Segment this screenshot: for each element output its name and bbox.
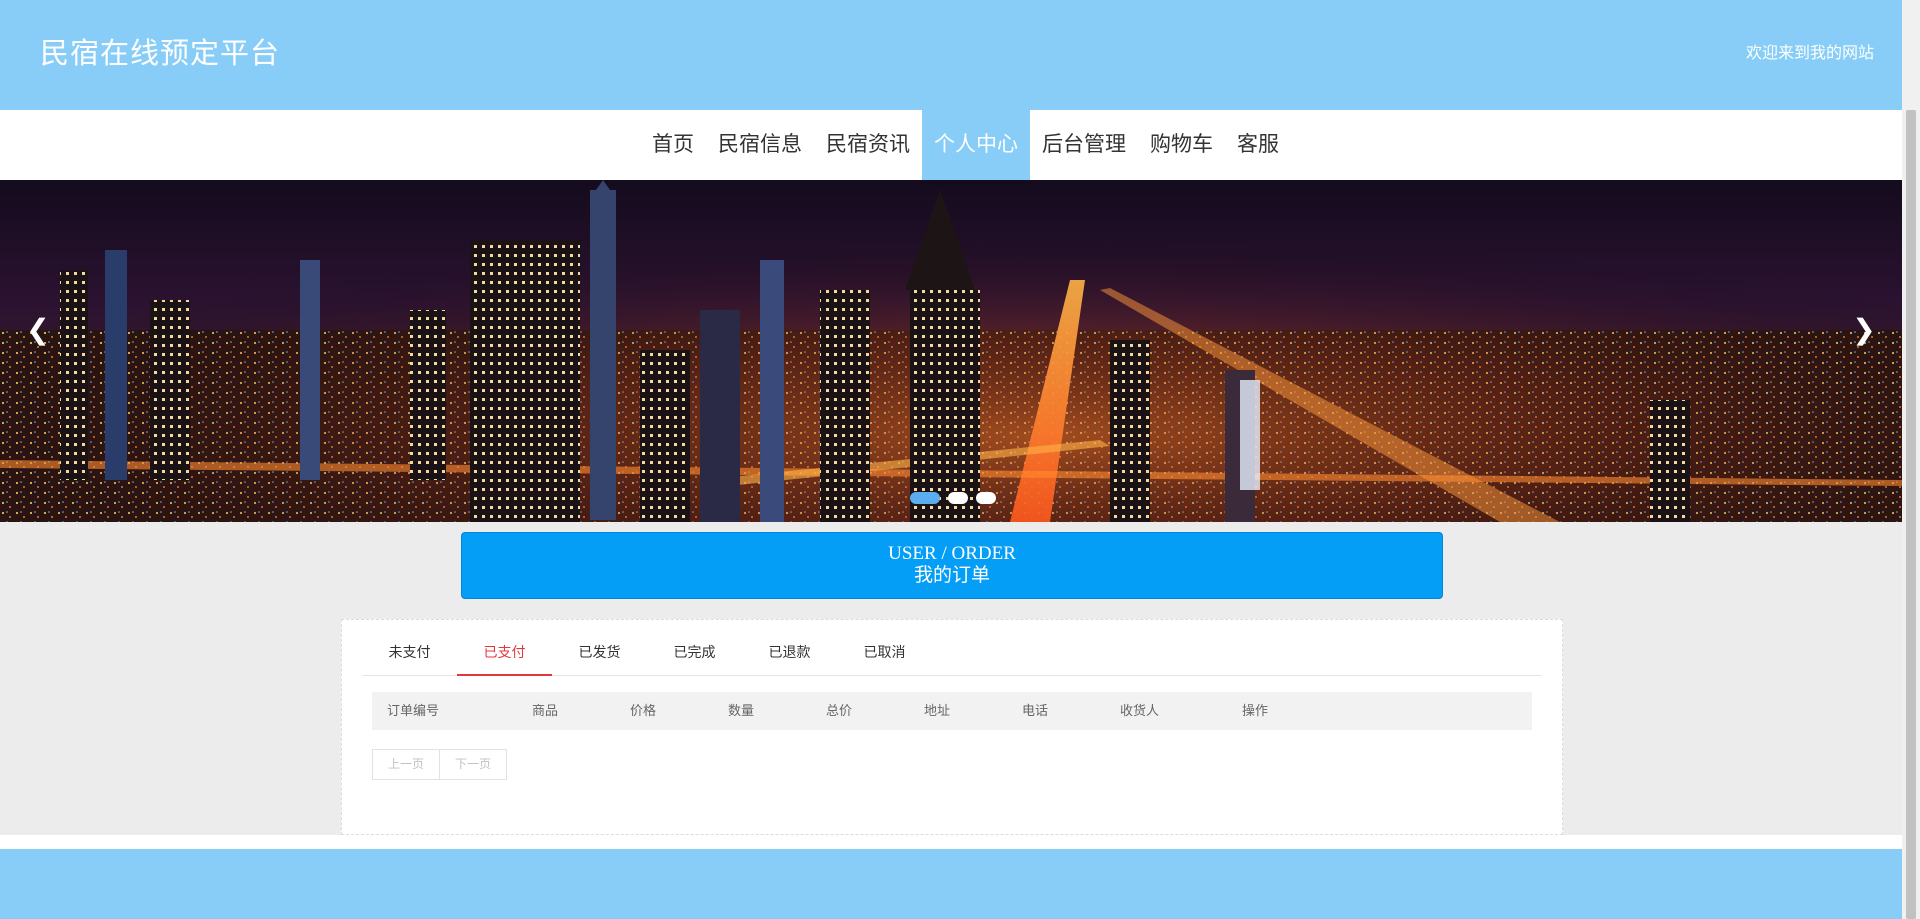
tab-completed[interactable]: 已完成 <box>647 632 742 676</box>
welcome-text: 欢迎来到我的网站 <box>1745 45 1874 62</box>
vertical-scrollbar[interactable] <box>1902 0 1920 919</box>
nav-item-cart[interactable]: 购物车 <box>1138 110 1225 180</box>
order-heading-cn: 我的订单 <box>913 565 990 586</box>
banner-carousel: ❮ ❯ <box>0 180 1902 522</box>
prev-page-button[interactable]: 上一页 <box>372 749 440 780</box>
chevron-right-icon[interactable]: ❯ <box>1834 280 1894 380</box>
column-header-total: 总价 <box>826 703 853 718</box>
column-header-phone: 电话 <box>1022 703 1049 718</box>
tab-paid[interactable]: 已支付 <box>457 632 552 676</box>
tab-shipped[interactable]: 已发货 <box>552 632 647 676</box>
page: 民宿在线预定平台 欢迎来到我的网站 首页 民宿信息 民宿资讯 个人中心 后台管理… <box>0 0 1902 919</box>
order-heading: USER / ORDER 我的订单 <box>461 532 1443 599</box>
header-bar: 民宿在线预定平台 欢迎来到我的网站 <box>0 0 1902 110</box>
order-table-header: 订单编号 商品 价格 数量 总价 地址 电话 收货人 操作 <box>372 692 1532 730</box>
column-header-address: 地址 <box>924 703 951 718</box>
footer-divider <box>0 835 1902 849</box>
carousel-dot-3[interactable] <box>976 492 996 504</box>
order-panel: 未支付 已支付 已发货 已完成 已退款 已取消 订单编号 商品 价格 数量 总价… <box>341 619 1563 835</box>
nav-item-admin[interactable]: 后台管理 <box>1030 110 1138 180</box>
tab-unpaid[interactable]: 未支付 <box>362 632 457 676</box>
nav-item-homestay-info[interactable]: 民宿信息 <box>706 110 814 180</box>
scrollbar-thumb[interactable] <box>1906 110 1916 919</box>
nav-bar: 首页 民宿信息 民宿资讯 个人中心 后台管理 购物车 客服 <box>0 110 1902 180</box>
pagination: 上一页 下一页 <box>372 749 507 780</box>
carousel-dot-2[interactable] <box>948 492 968 504</box>
column-header-receiver: 收货人 <box>1120 703 1160 718</box>
carousel-indicators <box>910 492 996 504</box>
footer <box>0 849 1902 919</box>
chevron-left-icon[interactable]: ❮ <box>8 280 68 380</box>
nav-menu: 首页 民宿信息 民宿资讯 个人中心 后台管理 购物车 客服 <box>640 110 1291 180</box>
column-header-product: 商品 <box>532 703 559 718</box>
order-status-tabs: 未支付 已支付 已发货 已完成 已退款 已取消 <box>362 632 1542 676</box>
banner-image <box>0 180 1902 522</box>
column-header-actions: 操作 <box>1242 703 1269 718</box>
tab-cancelled[interactable]: 已取消 <box>837 632 932 676</box>
next-page-button[interactable]: 下一页 <box>439 749 507 780</box>
column-header-price: 价格 <box>630 703 657 718</box>
carousel-dot-1[interactable] <box>910 492 940 504</box>
site-title[interactable]: 民宿在线预定平台 <box>40 36 280 72</box>
nav-item-personal-center[interactable]: 个人中心 <box>922 110 1030 180</box>
tab-refunded[interactable]: 已退款 <box>742 632 837 676</box>
order-heading-en: USER / ORDER <box>888 543 1016 564</box>
column-header-order-no: 订单编号 <box>387 703 440 718</box>
nav-item-customer-service[interactable]: 客服 <box>1225 110 1291 180</box>
nav-item-home[interactable]: 首页 <box>640 110 706 180</box>
column-header-quantity: 数量 <box>728 703 755 718</box>
nav-item-homestay-news[interactable]: 民宿资讯 <box>814 110 922 180</box>
